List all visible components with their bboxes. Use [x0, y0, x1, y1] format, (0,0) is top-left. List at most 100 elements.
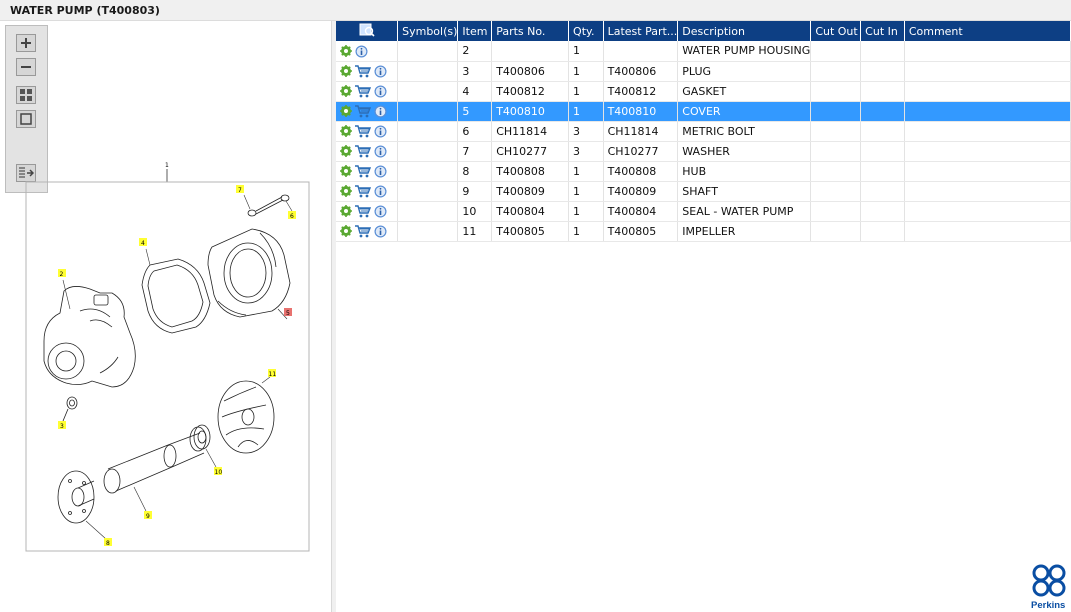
cell-part-no: T400806	[491, 61, 570, 82]
callout-1: 1	[165, 162, 169, 169]
gear-icon[interactable]	[340, 85, 352, 98]
part-cover[interactable]	[207, 228, 291, 320]
cell-latest-part: T400809	[603, 181, 679, 202]
cell-symbols	[397, 201, 459, 222]
cell-cut-out	[810, 101, 862, 122]
callout-10: 10	[215, 469, 223, 476]
part-impeller[interactable]	[217, 376, 275, 454]
gear-icon[interactable]	[340, 185, 352, 198]
column-header-description[interactable]: Description	[677, 21, 812, 41]
callout-2: 2	[60, 271, 64, 278]
table-row[interactable]: 9 T400809 1 T400809 SHAFT	[336, 181, 1071, 202]
part-gasket[interactable]	[141, 248, 211, 334]
cell-cut-out	[810, 141, 862, 162]
table-row[interactable]: 11 T400805 1 T400805 IMPELLER	[336, 221, 1071, 242]
part-shaft[interactable]	[103, 432, 205, 512]
cart-icon[interactable]	[355, 85, 371, 98]
column-header-cut-out[interactable]: Cut Out	[810, 21, 862, 41]
parts-table: Symbol(s) Item Parts No. Qty. Latest Par…	[336, 21, 1071, 242]
cell-item: 3	[457, 61, 493, 82]
cell-latest-part: T400805	[603, 221, 679, 242]
row-actions	[336, 201, 399, 222]
cart-icon[interactable]	[355, 125, 371, 138]
info-icon[interactable]	[374, 165, 387, 178]
cell-cut-in	[860, 181, 905, 202]
cell-qty: 1	[568, 61, 604, 82]
cart-icon[interactable]	[355, 105, 371, 118]
cart-icon[interactable]	[355, 65, 371, 78]
info-icon[interactable]	[355, 45, 368, 58]
cell-part-no: CH10277	[491, 141, 570, 162]
callout-3: 3	[60, 423, 64, 430]
cart-icon[interactable]	[355, 205, 371, 218]
column-header-tools[interactable]	[336, 21, 399, 41]
cell-latest-part: CH10277	[603, 141, 679, 162]
cell-latest-part: T400806	[603, 61, 679, 82]
cell-description: COVER	[677, 101, 812, 122]
gear-icon[interactable]	[340, 65, 352, 78]
cell-qty: 1	[568, 81, 604, 102]
cell-cut-in	[860, 161, 905, 182]
gear-icon[interactable]	[340, 165, 352, 178]
cell-comment	[904, 161, 1071, 182]
part-washer[interactable]	[243, 194, 257, 217]
table-row[interactable]: 2 1 WATER PUMP HOUSING	[336, 41, 1071, 62]
part-bolt[interactable]	[255, 194, 293, 215]
cell-item: 9	[457, 181, 493, 202]
gear-icon[interactable]	[340, 145, 352, 158]
column-header-item[interactable]: Item	[457, 21, 493, 41]
callout-7: 7	[238, 187, 242, 194]
cell-comment	[904, 221, 1071, 242]
table-row[interactable]: 5 T400810 1 T400810 COVER	[336, 101, 1071, 122]
perkins-logo: Perkins	[1031, 564, 1066, 611]
callout-8: 8	[106, 540, 110, 547]
table-row[interactable]: 10 T400804 1 T400804 SEAL - WATER PUMP	[336, 201, 1071, 222]
column-header-qty[interactable]: Qty.	[568, 21, 604, 41]
part-plug[interactable]	[62, 396, 78, 422]
info-icon[interactable]	[374, 145, 387, 158]
info-icon[interactable]	[374, 205, 387, 218]
cell-item: 11	[457, 221, 493, 242]
column-header-latest-part[interactable]: Latest Part...	[603, 21, 679, 41]
cell-cut-in	[860, 61, 905, 82]
cell-cut-in	[860, 141, 905, 162]
diagram-pane[interactable]: 1 2 3 4 5 6 7 8 9 10 11	[0, 21, 332, 612]
cell-part-no: T400810	[491, 101, 570, 122]
part-hub[interactable]	[57, 470, 107, 540]
cart-icon[interactable]	[355, 185, 371, 198]
gear-icon[interactable]	[340, 105, 352, 118]
gear-icon[interactable]	[340, 205, 352, 218]
table-row[interactable]: 8 T400808 1 T400808 HUB	[336, 161, 1071, 182]
cell-qty: 1	[568, 221, 604, 242]
part-housing[interactable]	[43, 286, 136, 388]
column-header-cut-in[interactable]: Cut In	[860, 21, 905, 41]
column-header-part-no[interactable]: Parts No.	[491, 21, 570, 41]
info-icon[interactable]	[374, 85, 387, 98]
info-icon[interactable]	[374, 225, 387, 238]
cell-cut-in	[860, 201, 905, 222]
cell-item: 7	[457, 141, 493, 162]
info-icon[interactable]	[374, 125, 387, 138]
cart-icon[interactable]	[355, 225, 371, 238]
cell-part-no	[491, 41, 570, 62]
table-row[interactable]: 3 T400806 1 T400806 PLUG	[336, 61, 1071, 82]
column-header-symbols[interactable]: Symbol(s)	[397, 21, 459, 41]
find-in-diagram-icon	[359, 23, 375, 37]
table-row[interactable]: 4 T400812 1 T400812 GASKET	[336, 81, 1071, 102]
cart-icon[interactable]	[355, 145, 371, 158]
info-icon[interactable]	[374, 65, 387, 78]
gear-icon[interactable]	[340, 125, 352, 138]
row-actions	[336, 81, 399, 102]
gear-icon[interactable]	[340, 225, 352, 238]
cell-latest-part: T400812	[603, 81, 679, 102]
cart-icon[interactable]	[355, 165, 371, 178]
column-header-comment[interactable]: Comment	[904, 21, 1071, 41]
part-seal[interactable]	[189, 424, 217, 468]
table-row[interactable]: 6 CH11814 3 CH11814 METRIC BOLT	[336, 121, 1071, 142]
gear-icon[interactable]	[340, 45, 352, 57]
table-row[interactable]: 7 CH10277 3 CH10277 WASHER	[336, 141, 1071, 162]
info-icon[interactable]	[374, 185, 387, 198]
info-icon[interactable]	[374, 105, 387, 118]
cell-latest-part	[603, 41, 679, 62]
cell-description: SEAL - WATER PUMP	[677, 201, 812, 222]
